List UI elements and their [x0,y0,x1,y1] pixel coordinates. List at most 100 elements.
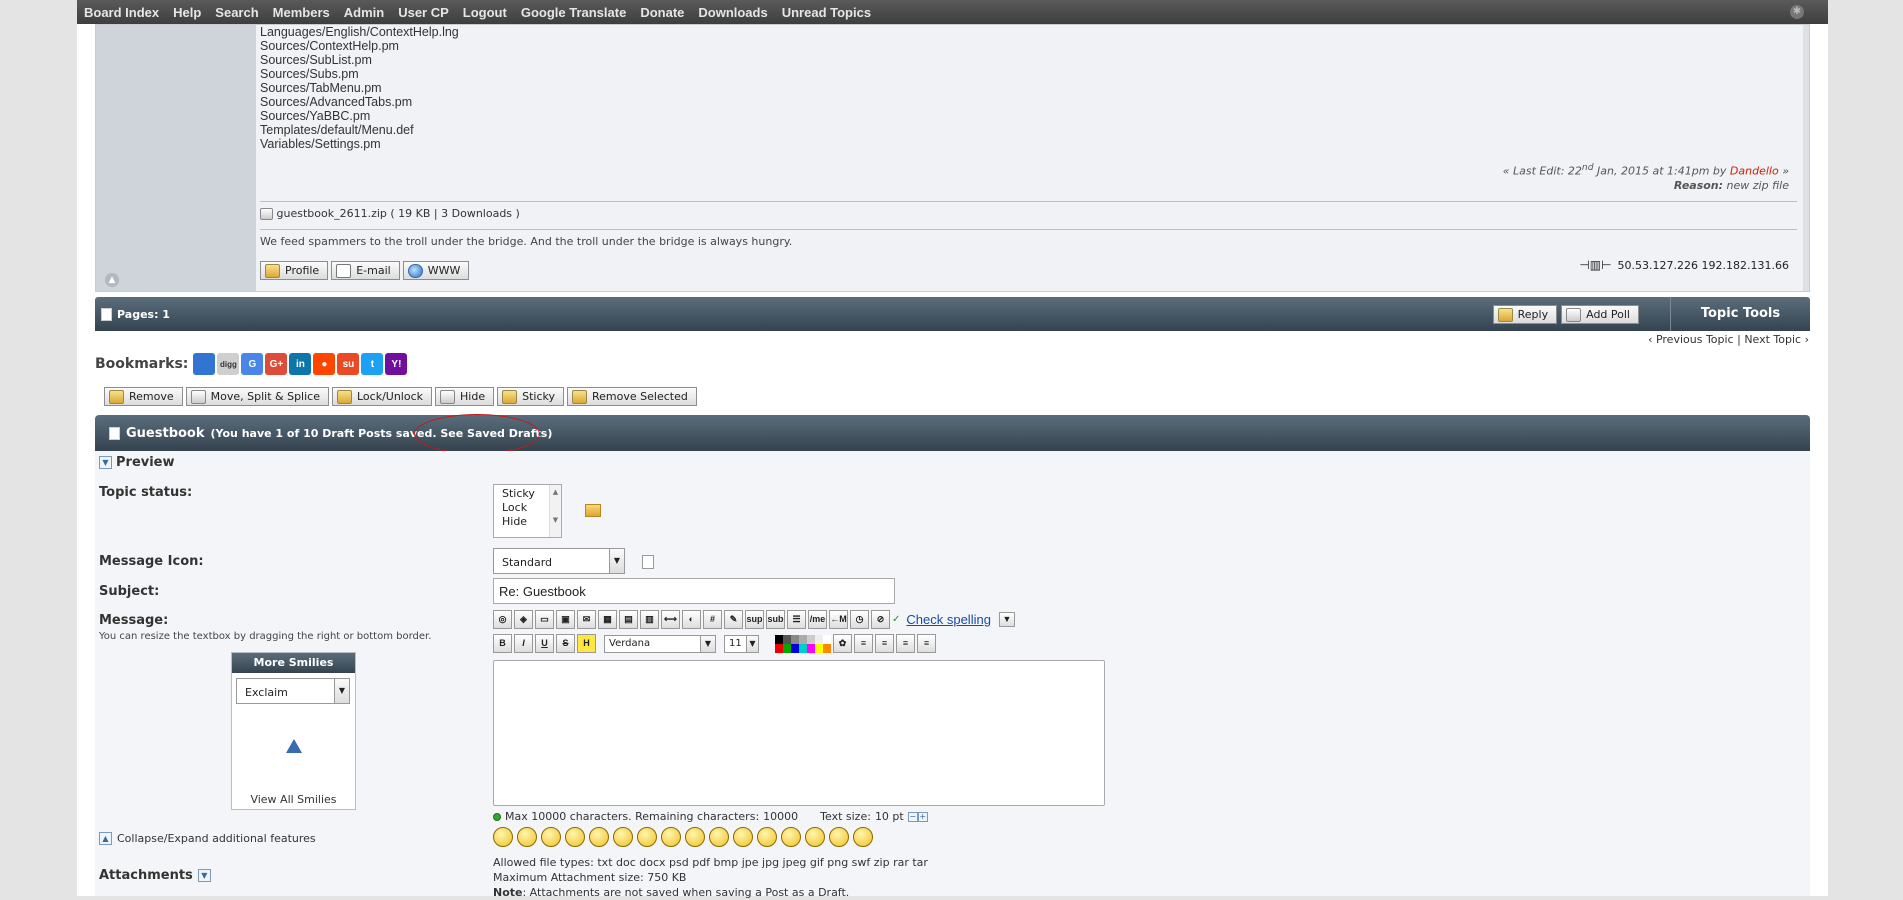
preview-toggle[interactable]: ▼ Preview [99,455,175,470]
nav-help[interactable]: Help [166,5,208,20]
justify-icon[interactable]: ≡ [917,634,936,653]
horizontal-rule-icon[interactable]: ⟷ [661,610,680,629]
code-icon[interactable]: # [703,610,722,629]
move-split-splice-button[interactable]: Move, Split & Splice [185,387,329,406]
strikethrough-icon[interactable]: S [556,634,575,653]
cool-icon[interactable] [661,827,681,847]
font-select[interactable]: Verdana ▼ [604,634,716,653]
chevron-down-icon[interactable]: ▼ [998,612,1015,627]
delicious-icon[interactable] [193,353,216,375]
align-right-icon[interactable]: ≡ [896,634,915,653]
shocked-icon[interactable] [637,827,657,847]
nav-logout[interactable]: Logout [456,5,514,20]
undecided-icon[interactable] [805,827,825,847]
nav-unread-topics[interactable]: Unread Topics [775,5,878,20]
collapse-expand-toggle[interactable]: ▲ Collapse/Expand additional features [99,832,316,845]
quote-icon[interactable]: ✎ [724,610,743,629]
reply-button[interactable]: Reply [1492,305,1558,324]
nav-members[interactable]: Members [266,5,337,20]
remove-button[interactable]: Remove [104,387,183,406]
google-plus-icon[interactable]: G+ [265,353,288,375]
check-spelling-link[interactable]: Check spelling [906,612,991,627]
stumbleupon-icon[interactable]: su [337,353,360,375]
nav-donate[interactable]: Donate [633,5,691,20]
rolleyes-icon[interactable] [709,827,729,847]
align-center-icon[interactable]: ≡ [875,634,894,653]
message-textarea[interactable] [493,660,1105,806]
grin-icon[interactable] [541,827,561,847]
align-left-icon[interactable]: ≡ [854,634,873,653]
nav-admin[interactable]: Admin [337,5,391,20]
remove-selected-button[interactable]: Remove Selected [567,387,697,406]
cry-icon[interactable] [853,827,873,847]
no-bbc-icon[interactable]: ⊘ [871,610,890,629]
list-icon[interactable]: ☰ [787,610,806,629]
view-all-smilies-link[interactable]: View All Smilies [232,793,355,806]
embarrassed-icon[interactable] [757,827,777,847]
topic-status-select[interactable]: Sticky Lock Hide ▲ ▼ [493,484,562,538]
hide-button[interactable]: Hide [435,387,495,406]
superscript-icon[interactable]: sup [745,610,764,629]
timestamp-icon[interactable]: ◷ [850,610,869,629]
editor-link[interactable]: Dandello [1730,165,1779,178]
smile-icon[interactable] [493,827,513,847]
move-icon[interactable]: ←M [829,610,848,629]
angry-icon[interactable] [589,827,609,847]
sticky-button[interactable]: Sticky [497,387,564,406]
previous-topic-link[interactable]: ‹ Previous Topic [1648,333,1734,346]
reddit-icon[interactable]: ● [313,353,336,375]
subject-input[interactable]: Re: Guestbook [493,578,895,604]
email-button[interactable]: E-mail [331,261,400,280]
digg-icon[interactable]: digg [217,353,240,375]
font-size-select[interactable]: 11 ▼ [724,634,759,653]
profile-button[interactable]: Profile [260,261,329,280]
lock-unlock-button[interactable]: Lock/Unlock [332,387,433,406]
attachments-toggle[interactable]: Attachments ▼ [99,868,211,883]
nav-google-translate[interactable]: Google Translate [514,5,633,20]
subscript-icon[interactable]: sub [766,610,785,629]
scroll-top-icon[interactable]: ▲ [105,273,119,287]
nav-downloads[interactable]: Downloads [691,5,774,20]
add-poll-button[interactable]: Add Poll [1561,305,1639,324]
increase-size-icon[interactable]: + [917,811,928,822]
wink-icon[interactable] [517,827,537,847]
next-topic-link[interactable]: Next Topic › [1744,333,1809,346]
smilies-set-select[interactable]: Exclaim ▼ [236,678,350,704]
italic-icon[interactable]: I [514,634,533,653]
decrease-size-icon[interactable]: − [907,811,918,822]
google-icon[interactable]: G [241,353,264,375]
nav-user-cp[interactable]: User CP [391,5,456,20]
nav-board-index[interactable]: Board Index [77,5,166,20]
media-icon[interactable]: ▣ [556,610,575,629]
laugh-icon[interactable] [565,827,585,847]
listbox-scrollbar[interactable]: ▲ ▼ [549,485,561,537]
shadow-icon[interactable]: ◐ [682,610,701,629]
linkedin-icon[interactable]: in [289,353,312,375]
topic-tools-menu[interactable]: Topic Tools [1670,297,1810,331]
ftp-icon[interactable]: ◈ [514,610,533,629]
huh-icon[interactable] [685,827,705,847]
bold-icon[interactable]: B [493,634,512,653]
tongue-icon[interactable] [733,827,753,847]
lipsrsealed-icon[interactable] [781,827,801,847]
kiss-icon[interactable] [829,827,849,847]
table-icon[interactable]: ▦ [598,610,617,629]
collapse-icon[interactable]: ✱ [1790,5,1804,19]
message-icon-select[interactable]: Standard ▼ [493,548,625,574]
www-button[interactable]: WWW [402,261,470,280]
me-icon[interactable]: /me [808,610,827,629]
color-palette[interactable] [775,634,831,653]
email-link-icon[interactable]: ✉ [577,610,596,629]
underline-icon[interactable]: U [535,634,554,653]
highlight-icon[interactable]: H [577,634,596,653]
attachment-link[interactable]: guestbook_2611.zip [277,207,387,220]
twitter-icon[interactable]: t [361,353,384,375]
palette-icon[interactable]: ✿ [833,634,852,653]
yahoo-icon[interactable]: Y! [385,353,408,375]
table-row-icon[interactable]: ▤ [619,610,638,629]
sad-icon[interactable] [613,827,633,847]
image-icon[interactable]: ▭ [535,610,554,629]
nav-search[interactable]: Search [208,5,265,20]
link-icon[interactable]: ◎ [493,610,512,629]
table-cell-icon[interactable]: ▥ [640,610,659,629]
